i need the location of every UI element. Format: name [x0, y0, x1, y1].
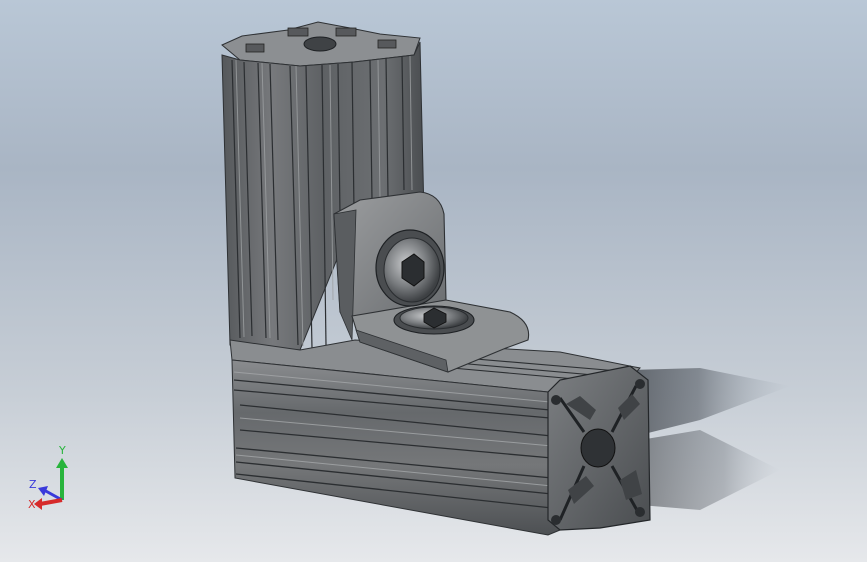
x-axis-label: X: [28, 498, 36, 511]
y-axis-label: Y: [58, 444, 66, 457]
z-axis-label: Z: [29, 478, 37, 491]
graphics-viewport[interactable]: Y Z X: [0, 0, 867, 562]
bracket-bolt-front[interactable]: [375, 229, 445, 307]
3d-model-view[interactable]: [0, 0, 867, 562]
y-axis-arrow: [56, 458, 68, 500]
x-axis-arrow: [34, 498, 63, 510]
view-orientation-triad[interactable]: Y Z X: [22, 438, 78, 514]
bracket-bolt-bottom[interactable]: [393, 305, 475, 335]
extrusion-end-profile: [547, 365, 651, 531]
z-axis-arrow: [38, 486, 63, 502]
